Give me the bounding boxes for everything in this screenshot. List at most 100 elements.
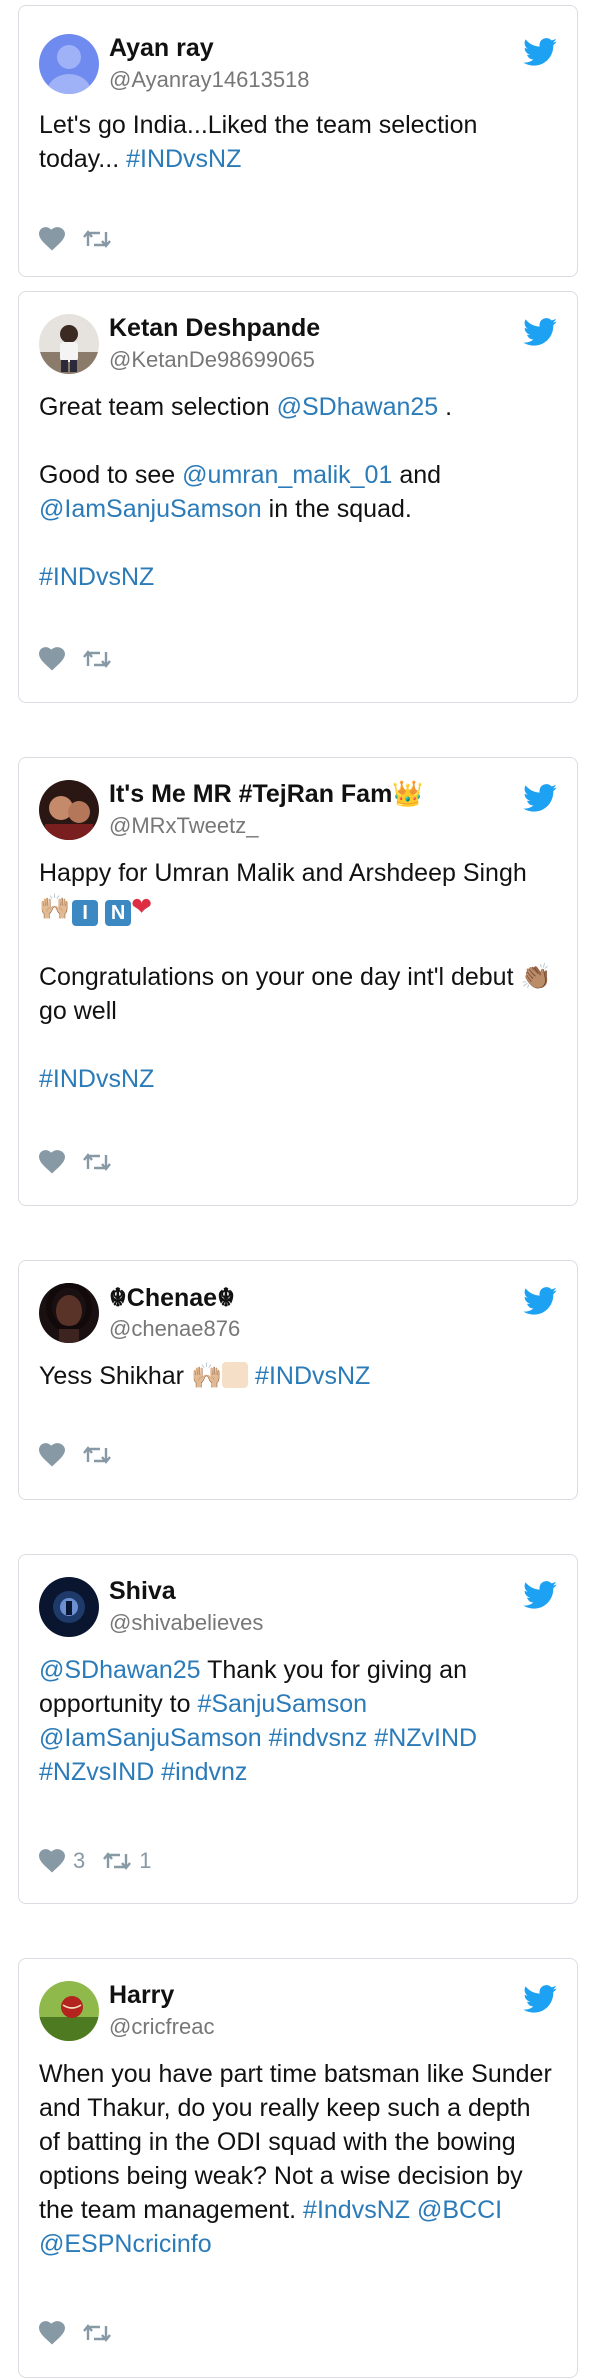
author-handle[interactable]: @chenae876: [109, 1316, 240, 1342]
retweet-icon: [83, 1153, 111, 1171]
red-heart-emoji-icon: ❤: [131, 893, 153, 921]
author-handle[interactable]: @KetanDe98699065: [109, 347, 315, 373]
heart-icon: [39, 1150, 65, 1174]
mention-link[interactable]: @SDhawan25: [39, 1656, 201, 1684]
hashtag-link[interactable]: #indvsnz: [269, 1724, 368, 1752]
author-name[interactable]: Ayan ray: [109, 34, 214, 63]
retweet-icon: [83, 650, 111, 668]
hashtag-link[interactable]: #indvnz: [161, 1758, 247, 1786]
author-name-text: Chenae: [126, 1284, 218, 1312]
letter-i-emoji-icon: I: [72, 900, 99, 926]
author-handle[interactable]: @MRxTweetz_: [109, 813, 258, 839]
avatar[interactable]: [39, 1283, 99, 1343]
raised-hands-emoji-icon: 🙌🏼: [190, 1362, 223, 1390]
avatar[interactable]: [39, 1577, 99, 1637]
twitter-bird-icon[interactable]: [523, 318, 557, 346]
retweet-button[interactable]: 1: [103, 1848, 152, 1874]
text-span: Congratulations on your one day int'l de…: [39, 963, 514, 991]
author-handle[interactable]: @shivabelieves: [109, 1610, 263, 1636]
text-span: go well: [39, 997, 117, 1025]
author-handle[interactable]: @Ayanray14613518: [109, 67, 310, 93]
hashtag-link[interactable]: #INDvsNZ: [39, 563, 154, 591]
author-name[interactable]: ☬Chenae☬: [109, 1283, 235, 1313]
like-count: 3: [73, 1848, 86, 1873]
mention-link[interactable]: @BCCI: [417, 2196, 502, 2224]
hashtag-link[interactable]: #INDvsNZ: [255, 1362, 370, 1390]
hashtag-link[interactable]: #IndvsNZ: [303, 2196, 410, 2224]
tweet-text: Great team selection @SDhawan25 . Good t…: [39, 390, 557, 594]
hashtag-link[interactable]: #NZvIND: [374, 1724, 477, 1752]
retweet-button[interactable]: [83, 229, 111, 249]
mention-link[interactable]: @IamSanjuSamson: [39, 1724, 262, 1752]
profile-photo-icon: [39, 314, 99, 374]
mention-link[interactable]: @IamSanjuSamson: [39, 495, 262, 523]
avatar[interactable]: [39, 780, 99, 840]
like-button[interactable]: [39, 2321, 65, 2345]
hashtag-link[interactable]: #INDvsNZ: [39, 1065, 154, 1093]
retweet-button[interactable]: [83, 1152, 111, 1172]
retweet-icon: [83, 230, 111, 248]
like-button[interactable]: [39, 647, 65, 671]
tweet-card[interactable]: Harry @cricfreac When you have part time…: [18, 1958, 578, 2378]
crown-emoji-icon: 👑: [392, 780, 424, 808]
text-span: Yess Shikhar: [39, 1362, 184, 1390]
hashtag-link[interactable]: #SanjuSamson: [197, 1690, 367, 1718]
avatar[interactable]: [39, 314, 99, 374]
skin-tone-emoji-icon: [222, 1362, 249, 1388]
heart-icon: [39, 1849, 65, 1873]
twitter-bird-icon[interactable]: [523, 1985, 557, 2013]
text-span: and: [399, 461, 442, 489]
like-button[interactable]: 3: [39, 1848, 85, 1874]
like-button[interactable]: [39, 1150, 65, 1174]
like-button[interactable]: [39, 227, 65, 251]
avatar[interactable]: [39, 1981, 99, 2041]
tweet-actions: [39, 227, 129, 251]
retweet-button[interactable]: [83, 2323, 111, 2343]
tweet-actions: [39, 647, 129, 671]
mention-link[interactable]: @umran_malik_01: [182, 461, 392, 489]
mention-link[interactable]: @SDhawan25: [277, 393, 439, 421]
twitter-bird-icon[interactable]: [523, 1581, 557, 1609]
heart-icon: [39, 2321, 65, 2345]
profile-photo-icon: [39, 780, 99, 840]
twitter-bird-icon[interactable]: [523, 784, 557, 812]
retweet-icon: [103, 1852, 132, 1870]
twitter-bird-icon[interactable]: [523, 38, 557, 66]
clapping-hands-emoji-icon: 👏🏽: [520, 963, 552, 991]
letter-n-emoji-icon: N: [105, 900, 132, 926]
avatar[interactable]: [39, 34, 99, 94]
retweet-button[interactable]: [83, 1445, 111, 1465]
author-name[interactable]: It's Me MR #TejRan Fam👑: [109, 780, 423, 809]
mention-link[interactable]: @ESPNcricinfo: [39, 2230, 212, 2258]
retweet-icon: [83, 1446, 111, 1464]
tweet-text: Yess Shikhar 🙌🏼 #INDvsNZ: [39, 1359, 557, 1393]
tweet-card[interactable]: Shiva @shivabelieves @SDhawan25 Thank yo…: [18, 1554, 578, 1904]
tweet-actions: [39, 1150, 129, 1174]
author-name[interactable]: Shiva: [109, 1577, 176, 1606]
retweet-button[interactable]: [83, 649, 111, 669]
hashtag-link[interactable]: #INDvsNZ: [126, 145, 241, 173]
tweet-card[interactable]: Ayan ray @Ayanray14613518 Let's go India…: [18, 5, 578, 277]
tweet-actions: [39, 1443, 129, 1467]
text-span: Good to see: [39, 461, 176, 489]
tweet-card[interactable]: It's Me MR #TejRan Fam👑 @MRxTweetz_ Happ…: [18, 757, 578, 1206]
twitter-bird-icon[interactable]: [523, 1287, 557, 1315]
retweet-count: 1: [139, 1848, 152, 1873]
author-name-text: It's Me MR #TejRan Fam: [109, 780, 393, 808]
profile-photo-icon: [39, 1577, 99, 1637]
author-name[interactable]: Ketan Deshpande: [109, 314, 320, 343]
author-handle[interactable]: @cricfreac: [109, 2014, 214, 2040]
author-name[interactable]: Harry: [109, 1981, 174, 2010]
tweet-text: Happy for Umran Malik and Arshdeep Singh…: [39, 856, 557, 1096]
retweet-icon: [83, 2324, 111, 2342]
tweet-card[interactable]: ☬Chenae☬ @chenae876 Yess Shikhar 🙌🏼 #IND…: [18, 1260, 578, 1500]
like-button[interactable]: [39, 1443, 65, 1467]
tweet-text: Let's go India...Liked the team selectio…: [39, 108, 557, 176]
tweet-actions: [39, 2321, 129, 2345]
tweet-text-content: Let's go India...Liked the team selectio…: [39, 111, 478, 173]
tweet-card[interactable]: Ketan Deshpande @KetanDe98699065 Great t…: [18, 291, 578, 703]
tweet-text: @SDhawan25 Thank you for giving an oppor…: [39, 1653, 557, 1789]
hashtag-link[interactable]: #NZvsIND: [39, 1758, 154, 1786]
heart-icon: [39, 647, 65, 671]
tweet-text: When you have part time batsman like Sun…: [39, 2057, 557, 2261]
